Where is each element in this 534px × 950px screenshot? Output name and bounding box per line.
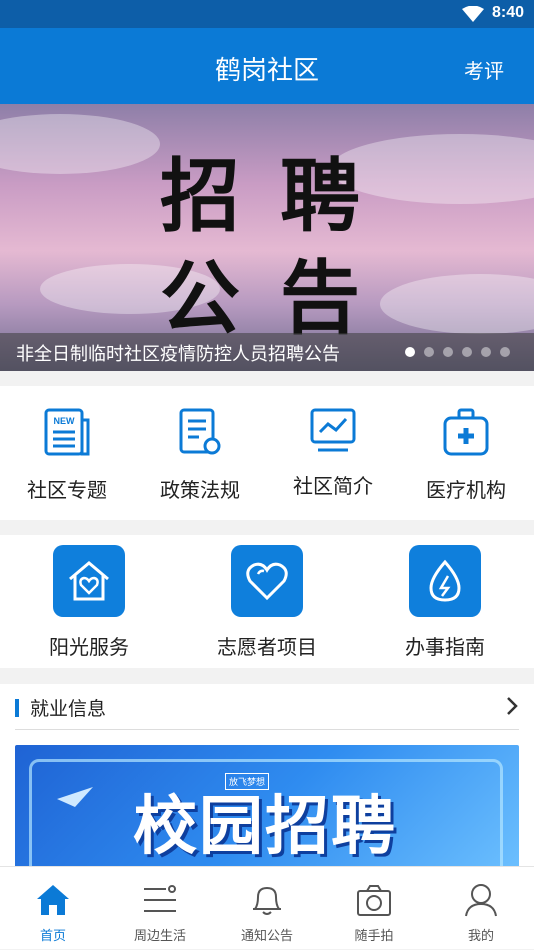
grid-item-sunshine-service[interactable]: 阳光服务 bbox=[20, 545, 158, 660]
carousel-dot[interactable] bbox=[405, 347, 415, 357]
tab-nearby[interactable]: 周边生活 bbox=[107, 867, 213, 950]
grid-label: 阳光服务 bbox=[49, 635, 129, 659]
feature-grid-1: NEW 社区专题 政策法规 社区简介 医疗机构 bbox=[0, 386, 534, 520]
bell-icon bbox=[253, 886, 281, 915]
grid-label: 社区简介 bbox=[293, 474, 373, 498]
home-icon bbox=[37, 885, 69, 915]
carousel-dot[interactable] bbox=[481, 347, 491, 357]
status-time: 8:40 bbox=[491, 4, 524, 21]
tab-label: 通知公告 bbox=[240, 929, 293, 944]
banner-carousel[interactable]: 招聘 公告 非全日制临时社区疫情防控人员招聘公告 bbox=[0, 104, 534, 371]
tab-label: 周边生活 bbox=[133, 929, 186, 944]
tab-label: 首页 bbox=[39, 929, 66, 944]
wifi-icon bbox=[462, 6, 484, 22]
grid-item-guide[interactable]: 办事指南 bbox=[376, 545, 514, 660]
grid-label: 志愿者项目 bbox=[217, 635, 317, 659]
tab-label: 随手拍 bbox=[354, 929, 394, 944]
bottom-tab-bar: 首页 周边生活 通知公告 随手拍 我的 bbox=[0, 866, 534, 949]
carousel-dot[interactable] bbox=[424, 347, 434, 357]
drop-bolt-icon bbox=[429, 559, 461, 602]
carousel-dot[interactable] bbox=[500, 347, 510, 357]
paper-plane-icon bbox=[57, 787, 93, 807]
user-icon bbox=[465, 884, 497, 917]
title-bar: 鹤岗社区 考评 bbox=[0, 28, 534, 104]
poster-headline: 校园招聘 bbox=[133, 790, 397, 864]
tab-profile[interactable]: 我的 bbox=[428, 867, 534, 950]
newspaper-icon: NEW bbox=[44, 408, 90, 456]
monitor-chart-icon bbox=[310, 408, 356, 452]
grid-item-volunteer[interactable]: 志愿者项目 bbox=[198, 545, 336, 660]
banner-headline-1: 招聘 bbox=[160, 150, 400, 243]
evaluate-button[interactable]: 考评 bbox=[464, 55, 504, 84]
banner-caption: 非全日制临时社区疫情防控人员招聘公告 bbox=[16, 344, 340, 365]
tab-home[interactable]: 首页 bbox=[0, 867, 106, 950]
tab-label: 我的 bbox=[467, 929, 494, 944]
carousel-indicator bbox=[405, 347, 510, 357]
section-title: 就业信息 bbox=[30, 698, 107, 720]
house-heart-icon bbox=[69, 561, 109, 601]
document-icon bbox=[179, 408, 221, 455]
employment-section: 就业信息 放飞梦想 校园招聘 bbox=[0, 684, 534, 885]
svg-text:NEW: NEW bbox=[54, 416, 76, 426]
medical-kit-icon bbox=[443, 408, 489, 456]
grid-item-community-intro[interactable]: 社区简介 bbox=[274, 406, 392, 499]
tab-snapshot[interactable]: 随手拍 bbox=[321, 867, 427, 950]
grid-item-medical[interactable]: 医疗机构 bbox=[407, 406, 525, 503]
carousel-dot[interactable] bbox=[462, 347, 472, 357]
feature-grid-2: 阳光服务 志愿者项目 办事指南 bbox=[0, 535, 534, 668]
carousel-dot[interactable] bbox=[443, 347, 453, 357]
status-bar: 8:40 bbox=[0, 0, 534, 28]
tab-notices[interactable]: 通知公告 bbox=[214, 867, 320, 950]
banner-caption-bar: 非全日制临时社区疫情防控人员招聘公告 bbox=[0, 333, 534, 371]
section-marker bbox=[15, 699, 19, 717]
page-title: 鹤岗社区 bbox=[214, 56, 319, 86]
grid-label: 政策法规 bbox=[160, 478, 240, 502]
list-icon bbox=[144, 885, 176, 912]
employment-poster[interactable]: 放飞梦想 校园招聘 bbox=[15, 745, 519, 885]
camera-icon bbox=[357, 885, 391, 916]
grid-item-community-topics[interactable]: NEW 社区专题 bbox=[8, 406, 126, 503]
grid-label: 医疗机构 bbox=[426, 478, 506, 502]
chevron-right-icon[interactable] bbox=[506, 696, 518, 716]
grid-label: 办事指南 bbox=[405, 635, 485, 659]
heart-icon bbox=[246, 562, 288, 601]
divider bbox=[15, 729, 519, 730]
grid-item-policy[interactable]: 政策法规 bbox=[141, 406, 259, 503]
grid-label: 社区专题 bbox=[27, 478, 107, 502]
